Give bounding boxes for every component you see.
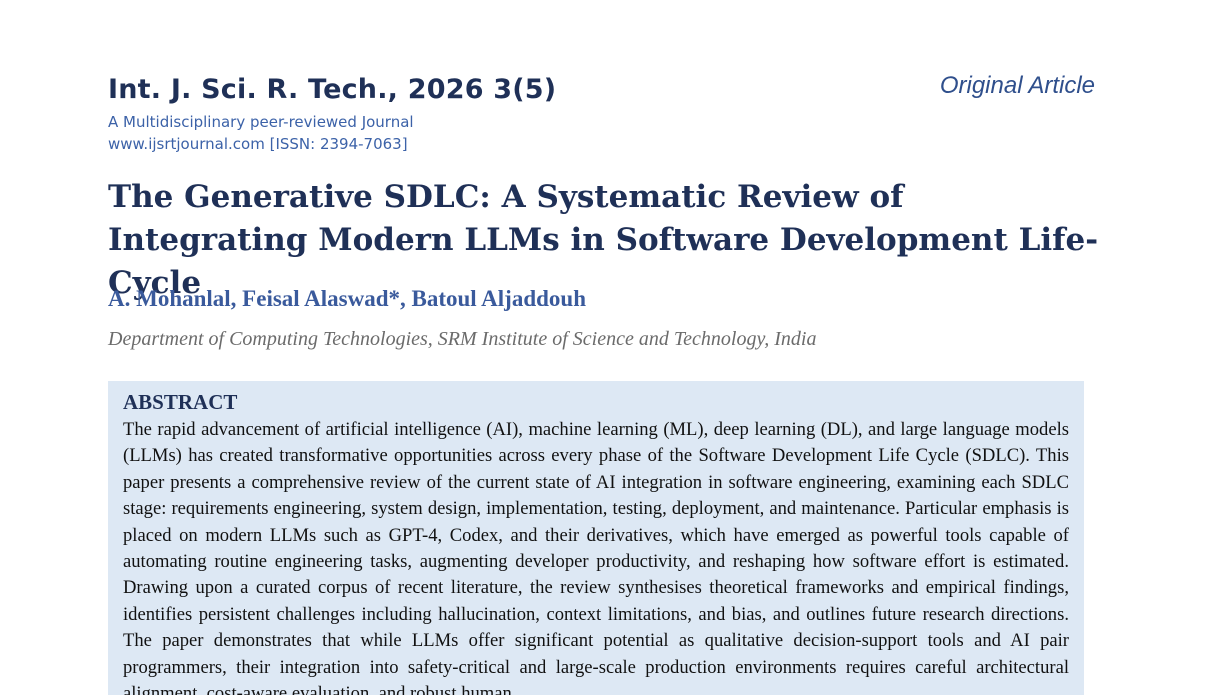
abstract-heading: ABSTRACT [123, 390, 238, 414]
journal-tagline: A Multidisciplinary peer-reviewed Journa… [108, 113, 414, 131]
abstract-body: The rapid advancement of artificial inte… [123, 419, 1069, 695]
author-affiliation: Department of Computing Technologies, SR… [108, 328, 817, 350]
paper-page: Int. J. Sci. R. Tech., 2026 3(5) A Multi… [0, 0, 1220, 695]
journal-website-issn: www.ijsrtjournal.com [ISSN: 2394-7063] [108, 135, 408, 153]
article-type-label: Original Article [939, 72, 1095, 99]
journal-title: Int. J. Sci. R. Tech., 2026 3(5) [108, 74, 557, 105]
abstract-section: ABSTRACT The rapid advancement of artifi… [108, 381, 1084, 695]
author-list: A. Mohanlal, Feisal Alaswad*, Batoul Alj… [108, 286, 586, 311]
